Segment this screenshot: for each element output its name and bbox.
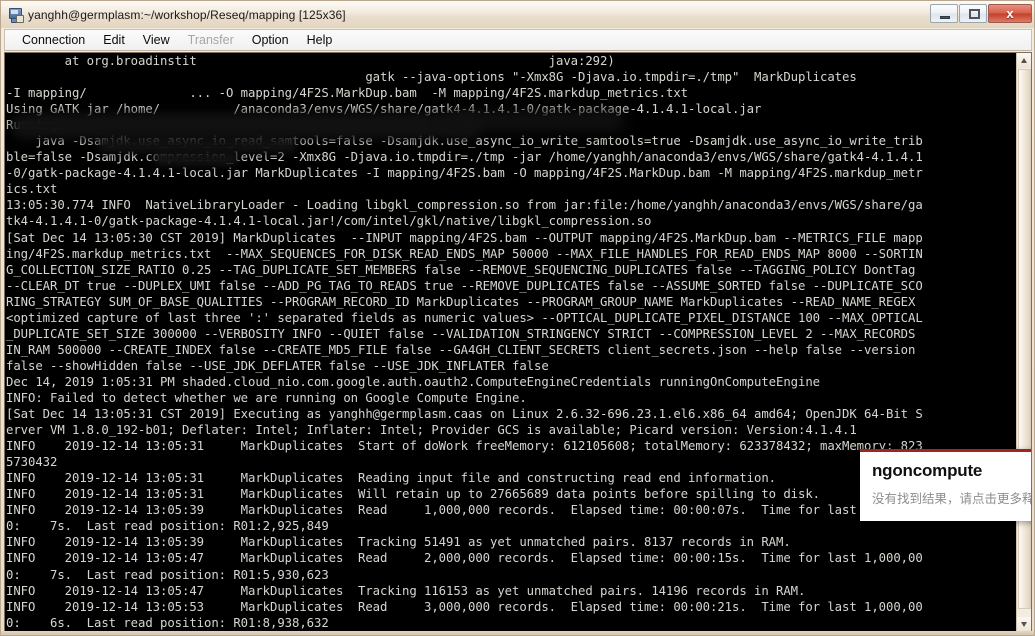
terminal-line: -0/gatk-package-4.1.4.1-local.jar MarkDu… — [6, 166, 923, 181]
window-title: yanghh@germplasm:~/workshop/Reseq/mappin… — [28, 7, 346, 22]
terminal-line: 13:05:30.774 INFO NativeLibraryLoader - … — [6, 198, 923, 213]
window-controls: x — [930, 4, 1032, 23]
terminal-line: _DUPLICATE_SET_SIZE 300000 --VERBOSITY I… — [6, 326, 916, 341]
terminal-line: at org.broadinstit java:292) — [6, 54, 615, 68]
terminal-icon — [7, 7, 24, 23]
title-bar: yanghh@germplasm:~/workshop/Reseq/mappin… — [1, 1, 1034, 28]
close-button[interactable]: x — [988, 4, 1032, 23]
dictionary-popup[interactable]: ngoncompute 没有找到结果，请点击更多释 — [860, 449, 1032, 521]
close-icon: x — [1006, 6, 1014, 21]
terminal-line: G_COLLECTION_SIZE_RATIO 0.25 --TAG_DUPLI… — [6, 262, 916, 277]
menu-item-transfer: Transfer — [187, 32, 234, 47]
terminal-line: INFO 2019-12-14 13:05:47 MarkDuplicates … — [6, 551, 923, 566]
terminal-line: tk4-4.1.4.1-0/gatk-package-4.1.4.1-local… — [6, 214, 652, 229]
terminal-line: ing/4F2S.markdup_metrics.txt --MAX_SEQUE… — [6, 246, 923, 261]
menu-item-connection[interactable]: Connection — [13, 31, 94, 50]
terminal-line: false --showHidden false --USE_JDK_DEFLA… — [6, 358, 549, 373]
terminal-line: INFO 2019-12-14 13:05:39 MarkDuplicates … — [6, 535, 791, 550]
terminal-line: --CLEAR_DT true --DUPLEX_UMI false --ADD… — [6, 278, 923, 293]
terminal-line: [Sat Dec 14 13:05:31 CST 2019] Executing… — [6, 407, 923, 422]
terminal-line: RING_STRATEGY SUM_OF_BASE_QUALITIES --PR… — [6, 294, 916, 309]
terminal-line: -I mapping/ ... -O mapping/4F2S.MarkDup.… — [6, 86, 689, 101]
terminal-line: IN_RAM 500000 --CREATE_INDEX false --CRE… — [6, 342, 916, 357]
terminal-line: INFO 2019-12-14 13:05:47 MarkDuplicates … — [6, 583, 806, 598]
terminal-line: INFO 2019-12-14 13:05:53 MarkDuplicates … — [6, 599, 923, 614]
minimize-icon — [940, 16, 950, 19]
dictionary-word: ngoncompute — [872, 461, 983, 480]
terminal-line: ics.txt — [6, 182, 58, 197]
terminal-line: ble=false -Dsamjdk.compression_level=2 -… — [6, 150, 923, 165]
dictionary-message: 没有找到结果，请点击更多释 — [872, 491, 1032, 506]
terminal-line: 0: 7s. Last read position: R01:5,930,623 — [6, 567, 329, 582]
scroll-up-arrow[interactable] — [1017, 53, 1031, 68]
menu-bar: Connection Edit View Transfer Option Help — [4, 29, 1032, 51]
maximize-icon — [969, 9, 980, 19]
terminal-panel: at org.broadinstit java:292) gatk --java… — [4, 52, 1032, 633]
window-bottom-edge — [1, 631, 1034, 635]
minimize-button[interactable] — [930, 4, 958, 23]
terminal-line: Dec 14, 2019 1:05:31 PM shaded.cloud_nio… — [6, 374, 821, 389]
terminal-line: <optimized capture of last three ':' sep… — [6, 310, 923, 325]
vertical-scrollbar[interactable] — [1016, 53, 1031, 632]
menu-item-edit[interactable]: Edit — [94, 31, 134, 50]
terminal-window: yanghh@germplasm:~/workshop/Reseq/mappin… — [0, 0, 1035, 636]
menu-item-help[interactable]: Help — [298, 31, 342, 50]
terminal-line: erver VM 1.8.0_192-b01; Deflater: Intel;… — [6, 423, 857, 438]
terminal-line: 0: 6s. Last read position: R01:8,938,632 — [6, 615, 329, 630]
terminal-line: java -Dsamjdk.use_async_io_read_samtools… — [6, 134, 923, 149]
menu-item-view[interactable]: View — [134, 31, 179, 50]
terminal-line: gatk --java-options "-Xmx8G -Djava.io.tm… — [6, 70, 857, 85]
terminal-line: Using GATK jar /home/ /anaconda3/envs/WG… — [6, 102, 762, 117]
maximize-button[interactable] — [959, 4, 987, 23]
terminal-line: INFO: Failed to detect whether we are ru… — [6, 390, 527, 405]
menu-item-option[interactable]: Option — [243, 31, 298, 50]
terminal-line: [Sat Dec 14 13:05:30 CST 2019] MarkDupli… — [6, 230, 923, 245]
scrollbar-thumb[interactable] — [1018, 69, 1031, 609]
terminal-line: Running: — [6, 118, 65, 133]
scroll-down-arrow[interactable] — [1017, 617, 1031, 632]
terminal-output[interactable]: at org.broadinstit java:292) gatk --java… — [5, 53, 1017, 632]
